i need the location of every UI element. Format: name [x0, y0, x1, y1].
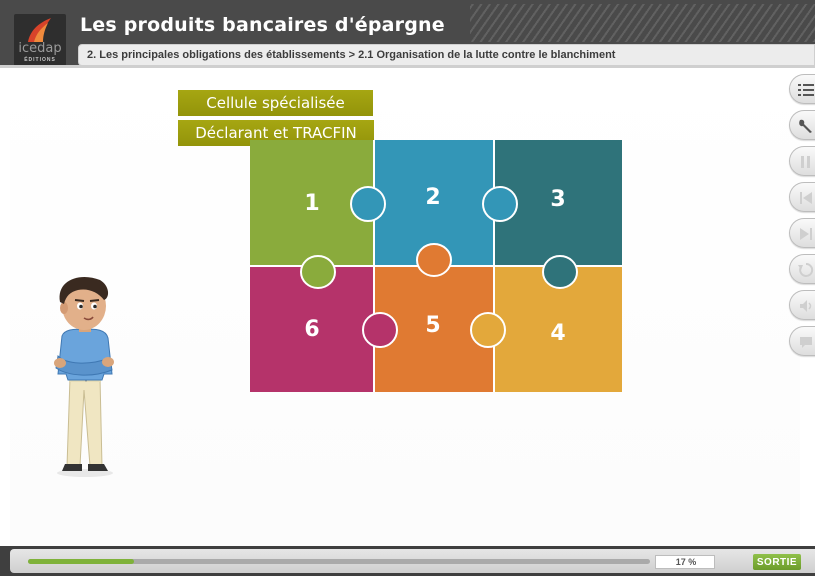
puzzle-knob [470, 312, 506, 348]
icedap-logo: icedap ÉDITIONS [14, 14, 66, 66]
puzzle-knob [362, 312, 398, 348]
logo-wordmark: icedap [18, 41, 62, 56]
next-button[interactable] [789, 218, 815, 248]
skip-forward-icon [800, 228, 812, 240]
header: icedap ÉDITIONS Les produits bancaires d… [0, 0, 815, 68]
puzzle-number-2: 2 [425, 185, 440, 210]
menu-button[interactable] [789, 74, 815, 104]
skip-back-icon [800, 192, 812, 204]
exit-button[interactable]: SORTIE [753, 554, 801, 570]
puzzle-number-3: 3 [550, 187, 565, 212]
puzzle-knob [416, 243, 452, 277]
wrench-icon [799, 119, 812, 133]
course-title: Les produits bancaires d'épargne [80, 14, 445, 36]
footer-bar: 17 % SORTIE [0, 546, 815, 576]
pause-button[interactable] [789, 146, 815, 176]
pause-icon [801, 156, 810, 168]
breadcrumb: 2. Les principales obligations des établ… [87, 49, 616, 61]
logo-subtitle: ÉDITIONS [24, 57, 56, 63]
app-window: icedap ÉDITIONS Les produits bancaires d… [0, 0, 815, 576]
comment-button[interactable] [789, 326, 815, 356]
audio-button[interactable] [789, 290, 815, 320]
list-icon [798, 84, 814, 96]
tools-button[interactable] [789, 110, 815, 140]
replay-icon [798, 262, 814, 277]
puzzle-knob [542, 255, 578, 289]
header-decoration [470, 4, 815, 42]
puzzle-number-1: 1 [304, 191, 319, 216]
character-illustration [54, 276, 114, 477]
chat-icon [800, 337, 812, 348]
label-cellule-specialisee[interactable]: Cellule spécialisée [178, 90, 373, 116]
progress-indicator: 17 % [655, 555, 715, 569]
breadcrumb-bar: 2. Les principales obligations des établ… [78, 44, 815, 66]
replay-button[interactable] [789, 254, 815, 284]
progress-fill [28, 559, 134, 564]
audio-icon [800, 300, 812, 312]
puzzle-knob [482, 186, 518, 222]
puzzle-knob [350, 186, 386, 222]
puzzle-board: 1 2 3 6 5 4 [250, 140, 622, 392]
previous-button[interactable] [789, 182, 815, 212]
puzzle-knob [300, 255, 336, 289]
footer-panel: 17 % SORTIE [10, 549, 815, 573]
puzzle-number-6: 6 [304, 317, 319, 342]
progress-percentage: 17 % [675, 557, 697, 567]
progress-bar [28, 559, 650, 564]
puzzle-number-5: 5 [425, 313, 440, 338]
puzzle-number-4: 4 [550, 321, 565, 346]
